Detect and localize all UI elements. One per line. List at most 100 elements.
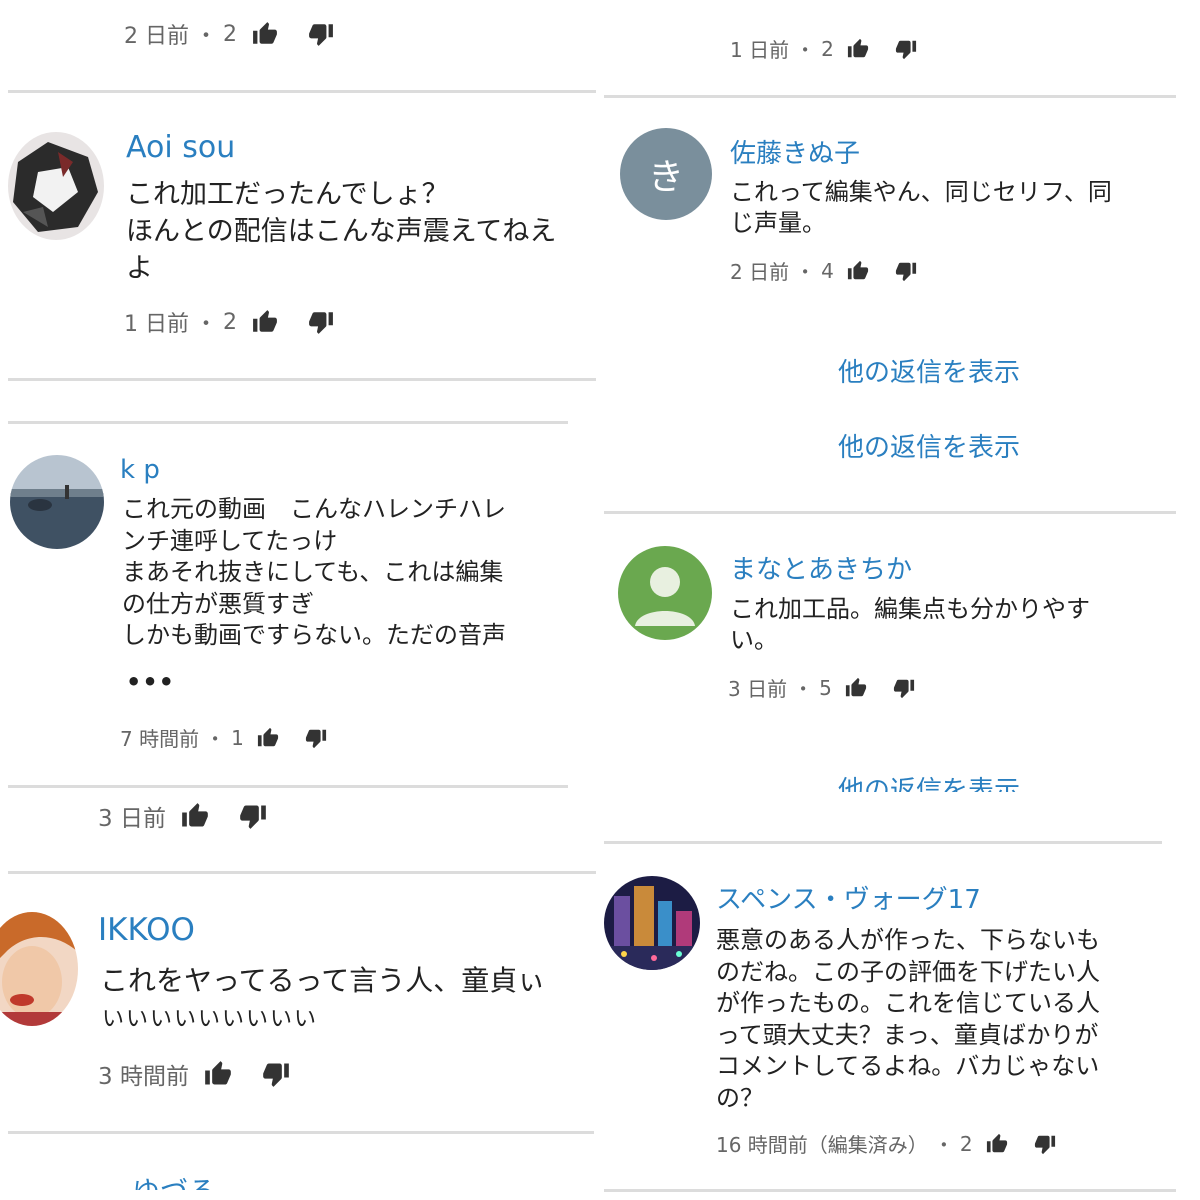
left-comments-panel: 2 日前 ・ 2 Aoi sou これ加工だったんでしょ？ ほんとの配信はこんな… [0, 0, 598, 1200]
comment-line: よ [126, 253, 153, 284]
show-more-replies-link[interactable]: 他の返信を表示 [838, 427, 1020, 464]
like-count: 4 [821, 258, 834, 283]
show-more-replies-link[interactable]: 他の返信を表示 [838, 770, 1020, 792]
comment-line: 悪意のある人が作った、下らないも [716, 926, 1100, 954]
thumb-down-icon[interactable] [1033, 1133, 1057, 1155]
like-count: 2 [223, 309, 238, 335]
comment-line: い。 [730, 626, 778, 654]
comment-line: まあそれ抜きにしても、これは編集 [122, 558, 504, 586]
comment-author[interactable]: IKKOO [98, 912, 195, 948]
show-more-clip: 他の返信を表示 [604, 770, 1200, 792]
thumb-up-icon[interactable] [846, 260, 870, 282]
thumb-down-icon[interactable] [894, 38, 918, 60]
avatar[interactable] [10, 455, 104, 549]
comment-meta: 7 時間前 ・ 1 [120, 723, 328, 752]
comment-meta: 3 時間前 [98, 1057, 291, 1091]
divider [604, 1189, 1176, 1192]
comment-meta: 16 時間前（編集済み） ・ 2 [716, 1129, 1057, 1158]
comment-line: しかも動画ですらない。ただの音声 [122, 621, 506, 649]
thumb-up-icon[interactable] [844, 677, 868, 699]
thumb-down-icon[interactable] [261, 1060, 291, 1088]
comment-text: これ加工品。編集点も分かりやす い。 [730, 594, 1170, 656]
comment-line: のだね。この子の評価を下げたい人 [716, 957, 1100, 986]
comment-line: じ声量。 [730, 209, 826, 237]
separator: ・ [793, 677, 814, 701]
timestamp: 3 時間前 [98, 1064, 189, 1090]
comment-author[interactable]: スペンス・ヴォーグ17 [716, 879, 981, 916]
thumb-down-icon[interactable] [238, 802, 268, 830]
comment-line: が作ったもの。これを信じている人 [716, 989, 1100, 1017]
comment-line: コメントしてるよね。バカじゃない [716, 1052, 1100, 1080]
comment-author[interactable]: まなとあきちか [730, 549, 912, 586]
avatar[interactable] [604, 876, 700, 970]
partial-comment: ゆづる [0, 1176, 598, 1190]
thumb-up-icon[interactable] [985, 1133, 1009, 1155]
right-comments-panel: 1 日前 ・ 2 き 佐藤きぬ子 これって編集やん、同じセリフ、同 じ声量。 2… [604, 0, 1200, 1200]
comment-text: これをヤってるって言う人、童貞ぃ [100, 960, 598, 1002]
timestamp: 1 日前 [124, 312, 189, 337]
separator: ・ [195, 312, 218, 337]
like-count: 5 [819, 675, 832, 700]
comment-meta: 2 日前 ・ 4 [730, 256, 918, 285]
thumb-up-icon[interactable] [256, 727, 280, 749]
thumb-up-icon[interactable] [180, 802, 210, 830]
divider [8, 90, 596, 93]
timestamp: 16 時間前（編集済み） [716, 1133, 928, 1157]
comment-meta: 1 日前 ・ 2 [124, 306, 335, 338]
comment-line: これをヤってるって言う人、童貞ぃ [100, 964, 546, 997]
comment-meta: 3 日前 ・ 5 [728, 673, 916, 702]
thumb-down-icon[interactable] [304, 727, 328, 749]
timestamp: 1 日前 [730, 38, 790, 62]
divider [8, 785, 568, 788]
avatar[interactable] [8, 132, 104, 240]
timestamp: 3 日前 [728, 677, 788, 701]
comment-line: の？ [716, 1083, 764, 1112]
timestamp: 2 日前 [124, 24, 189, 49]
timestamp: 7 時間前 [120, 727, 200, 751]
avatar-letter: き [647, 157, 684, 198]
divider [604, 841, 1162, 844]
comment-author[interactable]: k p [120, 455, 160, 485]
divider [8, 378, 596, 381]
timestamp: 2 日前 [730, 260, 790, 284]
comment-text: これって編集やん、同じセリフ、同 じ声量。 [730, 177, 1170, 239]
thumb-down-icon[interactable] [307, 21, 335, 47]
thumb-down-icon[interactable] [307, 309, 335, 335]
like-count: 2 [959, 1131, 973, 1156]
comment-line: これ加工品。編集点も分かりやす [730, 595, 1090, 623]
thumb-up-icon[interactable] [251, 309, 279, 335]
show-more-replies-link[interactable]: 他の返信を表示 [838, 352, 1020, 389]
comment-line: って頭大丈夫？まっ、童貞ばかりが [716, 1020, 1099, 1049]
like-count: 2 [821, 36, 834, 61]
comment-line: の仕方が悪質すぎ [122, 589, 314, 618]
thumb-up-icon[interactable] [251, 21, 279, 47]
comment-text: これ加工だったんでしょ？ ほんとの配信はこんな声震えてねえ よ [126, 176, 598, 287]
thumb-up-icon[interactable] [846, 38, 870, 60]
divider [8, 1131, 594, 1134]
avatar[interactable] [0, 912, 78, 1026]
timestamp: 3 日前 [98, 806, 166, 832]
divider [604, 511, 1176, 514]
thumb-up-icon[interactable] [203, 1060, 233, 1088]
separator: ・ [795, 38, 816, 62]
read-more-ellipsis[interactable]: ••• [126, 668, 175, 696]
avatar[interactable]: き [620, 128, 712, 220]
divider [604, 95, 1176, 98]
separator: ・ [795, 260, 816, 284]
comment-line: ンチ連呼してたっけ [122, 526, 338, 555]
comment-author[interactable]: Aoi sou [126, 130, 235, 165]
comment-text: 悪意のある人が作った、下らないも のだね。この子の評価を下げたい人 が作ったもの… [716, 925, 1186, 1114]
comment-line: いいいいいいいいい [102, 1007, 319, 1032]
divider [8, 871, 596, 874]
default-user-icon[interactable] [618, 546, 712, 640]
comment-author[interactable]: ゆづる [132, 1176, 216, 1190]
comment-line: これって編集やん、同じセリフ、同 [730, 178, 1112, 206]
thumb-down-icon[interactable] [894, 260, 918, 282]
comment-author[interactable]: 佐藤きぬ子 [730, 133, 860, 170]
like-count: 1 [231, 725, 244, 750]
like-count: 2 [223, 21, 238, 47]
comment-meta: 2 日前 ・ 2 [124, 18, 335, 50]
thumb-down-icon[interactable] [892, 677, 916, 699]
divider [8, 421, 568, 424]
separator: ・ [205, 727, 226, 751]
